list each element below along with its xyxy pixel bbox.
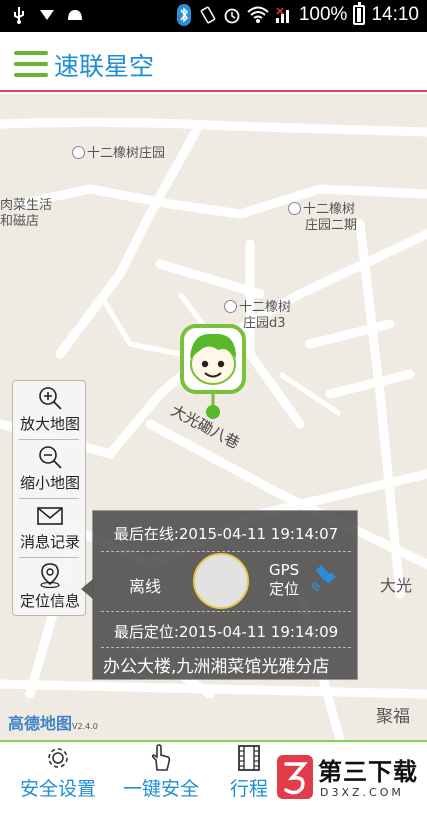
bottom-place-label: 聚福 — [376, 707, 410, 727]
watermark-url: D3XZ.COM — [320, 786, 404, 799]
hand-pointer-icon — [151, 744, 171, 771]
gear-icon — [48, 748, 68, 768]
divider — [101, 551, 351, 552]
online-status: 离线 — [129, 577, 162, 596]
satellite-icon — [311, 565, 336, 591]
nav-label: 行程 — [229, 778, 268, 800]
map-poi-label: 庄园d3 — [243, 316, 286, 331]
bluetooth-icon — [176, 4, 191, 26]
message-log-button[interactable]: 消息记录 — [13, 499, 87, 557]
wifi-icon — [247, 6, 269, 23]
zoom-out-label: 缩小地图 — [19, 474, 80, 492]
child-location-marker[interactable] — [178, 324, 248, 424]
last-located-text: 最后定位:2015-04-11 19:14:09 — [113, 623, 339, 641]
location-info-label: 定位信息 — [19, 592, 80, 610]
nav-one-key-safety[interactable]: 一键安全 — [121, 744, 201, 801]
map-poi-label: 大光 — [380, 576, 413, 595]
address-text: 办公大楼,九洲湘菜馆光雅分店 — [103, 657, 330, 677]
battery-icon — [353, 2, 366, 25]
status-bar: 100% 14:10 — [0, 0, 427, 32]
divider — [101, 611, 351, 612]
map-poi-label: 十二橡树庄园 — [72, 146, 165, 161]
poi-icon — [224, 300, 237, 313]
location-info-button[interactable]: 定位信息 — [13, 558, 87, 616]
map-poi-label: 庄园二期 — [305, 218, 358, 233]
title-bar: 速联星空 — [0, 32, 427, 92]
map-poi-label: 肉菜生活 — [0, 198, 53, 213]
alarm-icon — [224, 8, 240, 24]
map-tools-panel: 放大地图 缩小地图 消息记录 定位信息 — [12, 380, 86, 616]
zoom-out-icon — [39, 446, 62, 469]
android-icon — [68, 10, 82, 20]
zoom-in-label: 放大地图 — [19, 415, 80, 433]
zoom-in-button[interactable]: 放大地图 — [13, 381, 87, 439]
download-icon — [40, 10, 54, 20]
zoom-in-icon — [39, 387, 62, 410]
signal-icon — [275, 7, 289, 23]
map-poi-label: 和磁店 — [0, 214, 40, 229]
watermark-title: 第三下载 — [318, 758, 418, 786]
location-pin-icon — [40, 563, 60, 588]
map-poi-label: 十二橡树 — [224, 300, 291, 315]
amap-logo: 高德地图V2.4.0 — [8, 714, 98, 733]
envelope-icon — [37, 507, 63, 525]
watermark: 第三下载 D3XZ.COM — [270, 748, 420, 806]
app-title: 速联星空 — [54, 52, 155, 81]
gps-mode: GPS 定位 — [269, 561, 300, 598]
menu-icon[interactable] — [14, 51, 48, 77]
status-right-icons: 100% 14:10 — [175, 2, 419, 26]
zoom-out-button[interactable]: 缩小地图 — [13, 440, 87, 498]
nav-security-settings[interactable]: 安全设置 — [18, 744, 98, 801]
message-log-label: 消息记录 — [19, 533, 80, 551]
map-poi-label: 十二橡树 — [288, 202, 355, 217]
status-circle[interactable] — [193, 553, 249, 609]
vibrate-icon — [200, 6, 216, 24]
watermark-logo — [277, 755, 313, 799]
last-online-text: 最后在线:2015-04-11 19:14:07 — [113, 525, 339, 543]
device-info-popup: 最后在线:2015-04-11 19:14:07 离线 GPS 定位 最后定位:… — [81, 510, 358, 680]
battery-percent: 100% — [298, 4, 348, 25]
poi-icon — [288, 202, 301, 215]
nav-trip[interactable]: 行程 — [224, 744, 274, 801]
usb-icon — [14, 7, 24, 24]
poi-icon — [72, 146, 85, 159]
nav-label: 安全设置 — [19, 778, 96, 800]
nav-label: 一键安全 — [122, 778, 199, 800]
film-icon — [238, 745, 260, 771]
divider — [101, 647, 351, 648]
clock: 14:10 — [371, 4, 419, 25]
status-left-icons — [10, 6, 84, 24]
